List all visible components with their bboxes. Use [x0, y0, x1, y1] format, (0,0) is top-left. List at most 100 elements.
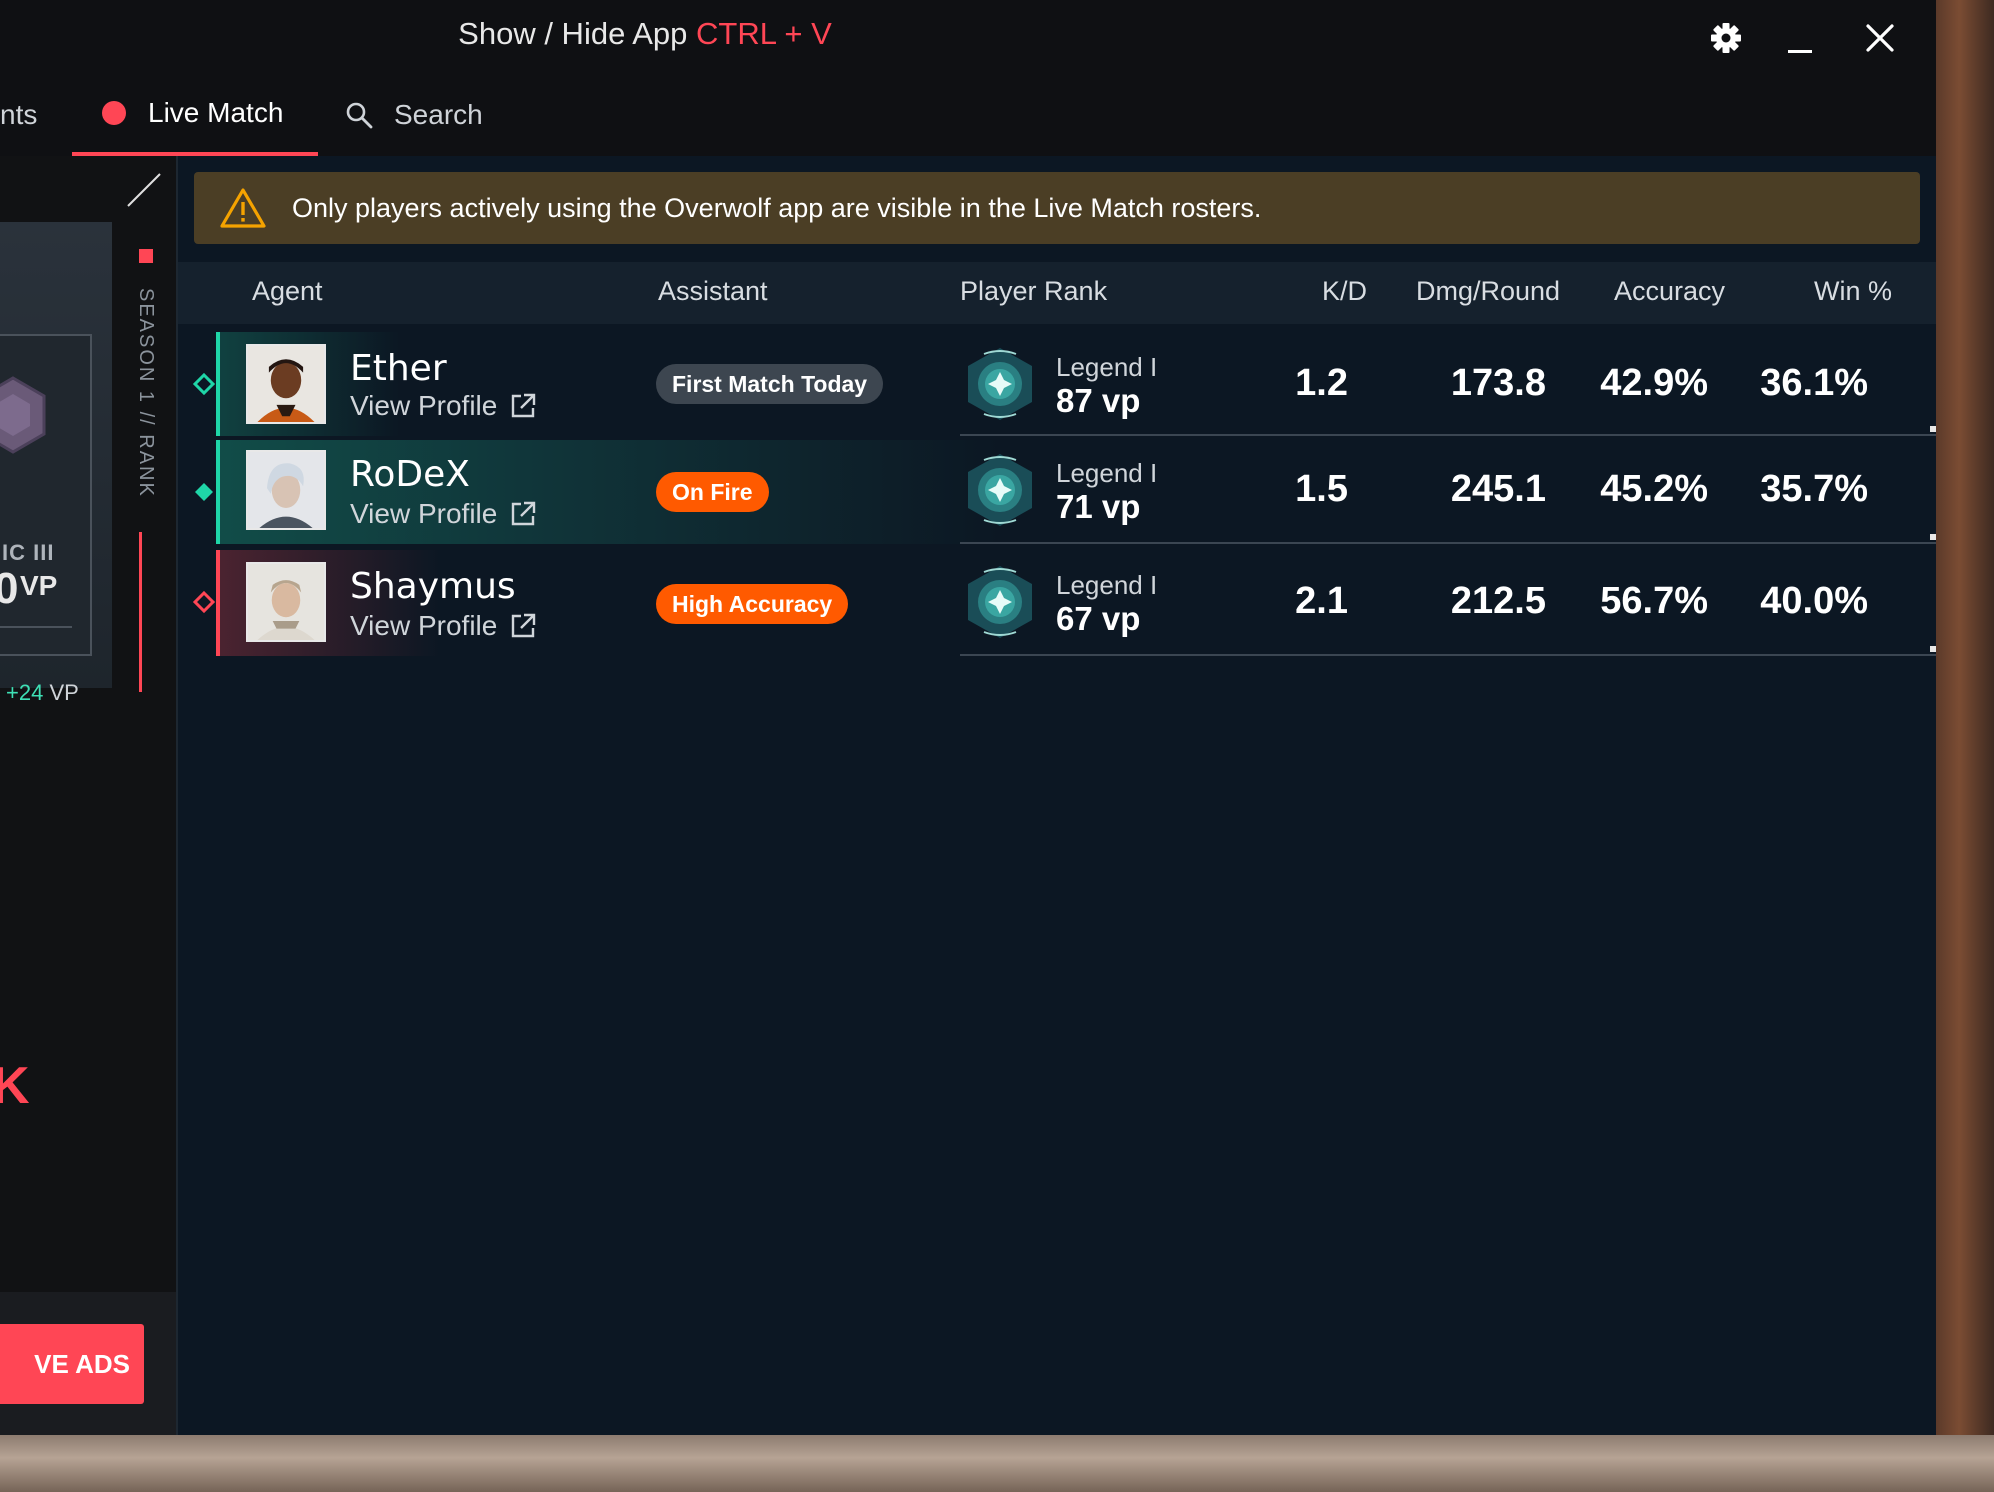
- game-background-edge: [1936, 0, 1994, 1492]
- app-window: Show / Hide App CTRL + V nts Live Match …: [0, 0, 1936, 1435]
- remove-ads-button[interactable]: VE ADS: [0, 1324, 144, 1404]
- agent-avatar: [246, 344, 326, 424]
- col-win-pct[interactable]: Win %: [1814, 276, 1892, 307]
- rank-vp: 71 vp: [1056, 488, 1141, 525]
- table-row: Ether View Profile First Match Today Leg…: [178, 332, 1936, 436]
- agent-avatar: [246, 562, 326, 642]
- rank-legend-icon: [968, 348, 1032, 420]
- window-title: Show / Hide App CTRL + V: [0, 16, 1290, 52]
- warning-icon: [220, 188, 266, 228]
- stat-dmg-round: 245.1: [1450, 468, 1546, 510]
- view-profile-label: View Profile: [350, 610, 498, 641]
- side-panel: IC III 0 VP +24 VP SEASON 1 // RANK K VE…: [0, 156, 176, 1435]
- stat-win-pct: 40.0%: [1760, 580, 1868, 622]
- assistant-badge: First Match Today: [656, 364, 884, 404]
- view-profile-link[interactable]: View Profile: [350, 390, 537, 422]
- row-divider: [960, 654, 1936, 656]
- view-profile-link[interactable]: View Profile: [350, 610, 537, 642]
- view-profile-label: View Profile: [350, 390, 498, 421]
- stat-kd: 2.1: [1295, 580, 1348, 622]
- live-dot-icon: [102, 101, 126, 125]
- assistant-badge: High Accuracy: [656, 584, 849, 624]
- rank-name: Legend I: [1056, 458, 1158, 488]
- collapse-slash-icon[interactable]: [126, 172, 162, 208]
- rank-vp-unit: VP: [20, 570, 58, 601]
- view-profile-label: View Profile: [350, 498, 498, 529]
- agent-name: Ether: [350, 348, 447, 389]
- tab-live-match[interactable]: Live Match: [72, 74, 318, 156]
- agent-avatar: [246, 450, 326, 530]
- stat-win-pct: 36.1%: [1760, 362, 1868, 404]
- rank-vp: 67 vp: [1056, 600, 1141, 637]
- title-bar: Show / Hide App CTRL + V: [0, 0, 1936, 74]
- external-link-icon: [512, 501, 536, 526]
- enemy-diamond-icon: [192, 590, 216, 614]
- settings-gear-icon[interactable]: [1700, 12, 1752, 64]
- col-accuracy[interactable]: Accuracy: [1614, 276, 1725, 307]
- rank-card: IC III 0 VP +24 VP: [0, 222, 112, 705]
- search-icon: [346, 102, 373, 129]
- stat-accuracy: 56.7%: [1600, 580, 1708, 622]
- assistant-badge: On Fire: [656, 472, 769, 512]
- table-row: Shaymus View Profile High Accuracy Legen…: [178, 550, 1936, 656]
- row-divider: [960, 542, 1936, 544]
- agent-name: Shaymus: [350, 566, 516, 607]
- agent-name: RoDeX: [350, 454, 470, 495]
- enemy-accent-bar: [216, 550, 220, 656]
- rank-label: IC III: [2, 540, 55, 565]
- vp-gain: +24 VP: [6, 680, 79, 706]
- row-highlight: [220, 440, 1000, 544]
- info-banner: Only players actively using the Overwolf…: [194, 172, 1920, 244]
- tab-live-match-label: Live Match: [148, 97, 284, 128]
- row-divider-end: [1930, 534, 1936, 540]
- game-floor: [0, 1435, 1994, 1492]
- tab-search-label: Search: [394, 99, 483, 130]
- tab-bar: nts Live Match Search: [0, 74, 1936, 156]
- season-progress-bar: [139, 532, 142, 692]
- rank-vp-value: 0: [0, 564, 19, 613]
- tab-search[interactable]: Search: [344, 74, 483, 156]
- col-assistant[interactable]: Assistant: [658, 276, 768, 307]
- stat-dmg-round: 212.5: [1450, 580, 1546, 622]
- title-prefix: Show / Hide App: [458, 16, 688, 51]
- rank-name: Legend I: [1056, 570, 1158, 600]
- team-diamond-filled-icon: [195, 483, 213, 501]
- table-header: Agent Assistant Player Rank K/D Dmg/Roun…: [178, 262, 1936, 324]
- col-kd[interactable]: K/D: [1322, 276, 1367, 307]
- team-accent-bar: [216, 440, 220, 544]
- season-label: SEASON 1 // RANK: [135, 288, 157, 498]
- minimize-icon[interactable]: [1774, 12, 1826, 64]
- side-x-text: K: [0, 1057, 30, 1115]
- col-dmg-round[interactable]: Dmg/Round: [1416, 276, 1560, 307]
- col-agent[interactable]: Agent: [252, 276, 323, 307]
- row-divider-end: [1930, 426, 1936, 432]
- vp-gain-unit: VP: [49, 680, 79, 705]
- stat-kd: 1.5: [1295, 468, 1348, 510]
- stat-dmg-round: 173.8: [1450, 362, 1546, 404]
- season-marker: [139, 249, 153, 263]
- col-player-rank[interactable]: Player Rank: [960, 276, 1107, 307]
- tab-events[interactable]: nts: [0, 74, 37, 156]
- banner-text: Only players actively using the Overwolf…: [292, 192, 1262, 223]
- stat-kd: 1.2: [1295, 362, 1348, 404]
- vp-gain-value: +24: [6, 680, 44, 705]
- table-row: RoDeX View Profile On Fire Legend I 71 v…: [178, 440, 1936, 544]
- rank-card-divider: [0, 626, 72, 628]
- rank-vp: 87 vp: [1056, 382, 1141, 419]
- external-link-icon: [512, 393, 536, 418]
- row-divider-end: [1930, 646, 1936, 652]
- view-profile-link[interactable]: View Profile: [350, 498, 537, 530]
- team-accent-bar: [216, 332, 220, 436]
- title-hotkey: CTRL + V: [696, 16, 832, 51]
- external-link-icon: [512, 613, 536, 638]
- team-diamond-icon: [192, 372, 216, 396]
- stat-accuracy: 45.2%: [1600, 468, 1708, 510]
- tab-events-label: nts: [0, 99, 38, 130]
- rank-name: Legend I: [1056, 352, 1158, 382]
- rank-legend-icon: [968, 566, 1032, 638]
- rank-emblem-icon: [0, 376, 46, 454]
- close-icon[interactable]: [1854, 12, 1906, 64]
- rank-legend-icon: [968, 454, 1032, 526]
- row-divider: [960, 434, 1936, 436]
- stat-accuracy: 42.9%: [1600, 362, 1708, 404]
